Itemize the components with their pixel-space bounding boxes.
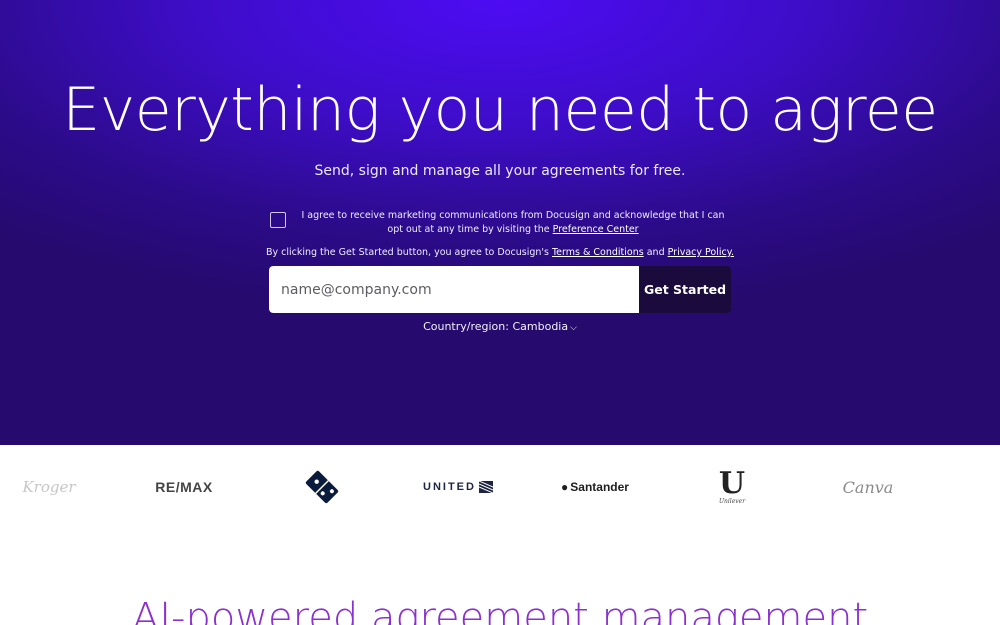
unilever-logo-text: Unilever [718,497,746,505]
terms-prefix: By clicking the Get Started button, you … [265,247,552,258]
united-logo: UNITED [416,445,500,529]
terms-conditions-link[interactable]: Terms & Conditions [552,247,644,258]
remax-logo: RE/MAX [146,445,222,529]
section-title: AI-powered agreement management [131,595,869,625]
united-logo-text: UNITED [423,481,476,493]
get-started-button[interactable]: Get Started [639,266,731,313]
consent-text-body: I agree to receive marketing communicati… [301,210,725,235]
signup-form: Get Started [269,266,731,313]
canva-logo: Canva [836,445,900,529]
dominos-tile-icon [305,470,339,504]
marketing-consent: I agree to receive marketing communicati… [270,209,730,241]
united-globe-icon [478,481,493,493]
kroger-logo: Kroger [12,445,86,529]
kroger-logo-text: Kroger [22,478,76,496]
hero-title: Everything you need to agree [62,75,938,145]
privacy-policy-link[interactable]: Privacy Policy. [668,247,734,258]
santander-logo-text: Santander [570,480,629,494]
chevron-down-icon: ⌵ [570,323,577,333]
canva-logo-text: Canva [842,477,894,497]
unilever-logo: U Unilever [706,445,758,529]
remax-logo-text: RE/MAX [155,479,213,495]
dominos-logo [296,445,348,529]
country-value: Cambodia [512,320,569,333]
terms-joiner: and [643,247,668,258]
terms-notice: By clicking the Get Started button, you … [0,246,1000,260]
country-label: Country/region: [423,320,513,333]
email-input[interactable] [269,266,639,313]
marketing-consent-checkbox[interactable] [270,212,286,228]
customer-logos-strip: Kroger RE/MAX UNITED ● Santander U Unile… [0,445,1000,535]
preference-center-link[interactable]: Preference Center [553,224,639,235]
marketing-consent-text: I agree to receive marketing communicati… [296,209,730,237]
country-region-selector[interactable]: Country/region: Cambodia ⌵ [0,320,1000,335]
hero-subtitle: Send, sign and manage all your agreement… [314,163,686,179]
santander-logo: ● Santander [556,445,634,529]
hero-section: Everything you need to agree Send, sign … [0,0,1000,445]
santander-flame-icon: ● [561,480,569,494]
unilever-u-icon: U [718,465,746,501]
